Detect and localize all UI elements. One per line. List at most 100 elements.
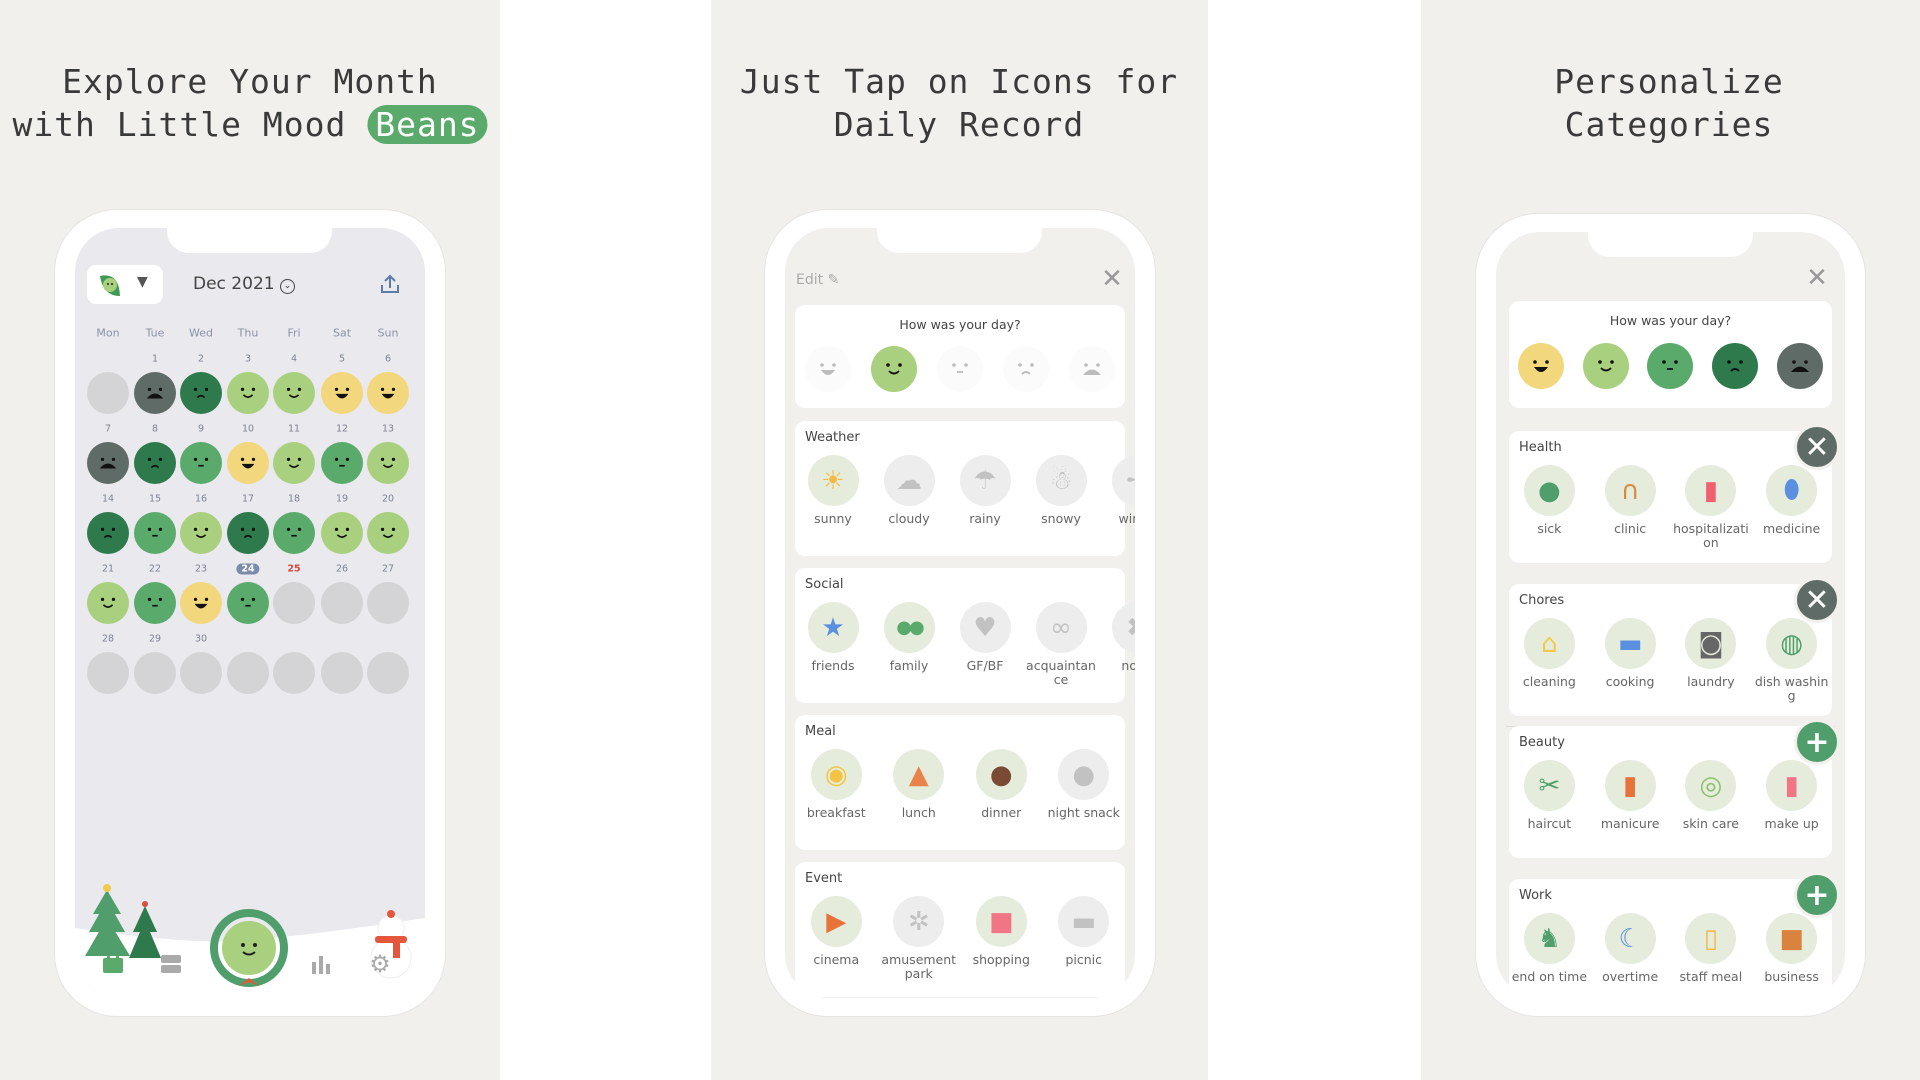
item-dish-washing[interactable]: ◍ dish washing bbox=[1754, 618, 1830, 703]
item-cleaning[interactable]: ⌂ cleaning bbox=[1511, 618, 1587, 703]
item-breakfast[interactable]: ◉ breakfast bbox=[798, 749, 874, 820]
mood-bean-bad[interactable] bbox=[87, 512, 129, 554]
mood-bean-good[interactable] bbox=[273, 372, 315, 414]
mood-bean-empty[interactable] bbox=[87, 652, 129, 694]
close-icon[interactable]: ✕ bbox=[1101, 264, 1123, 294]
mood-option-great[interactable] bbox=[805, 346, 851, 392]
item-family[interactable]: ●● family bbox=[871, 602, 947, 687]
mood-bean-empty[interactable] bbox=[87, 372, 129, 414]
item-laundry[interactable]: ◙ laundry bbox=[1673, 618, 1749, 703]
mood-option-bad[interactable] bbox=[1712, 343, 1759, 389]
bean-picker-dropdown[interactable]: ▼ bbox=[87, 265, 163, 304]
add-mood-bean-icon[interactable] bbox=[209, 908, 289, 988]
mood-bean-ok[interactable] bbox=[134, 512, 176, 554]
mood-option-awful[interactable] bbox=[1069, 346, 1115, 392]
item-medicine[interactable]: ⬮ medicine bbox=[1754, 465, 1830, 550]
item-staff-meal[interactable]: ▯ staff meal bbox=[1673, 913, 1749, 984]
mood-option-bad[interactable] bbox=[1003, 346, 1049, 392]
mood-bean-empty[interactable] bbox=[273, 652, 315, 694]
item-acquaintance[interactable]: ∞ acquaintance bbox=[1023, 602, 1099, 687]
item-haircut[interactable]: ✂ haircut bbox=[1511, 760, 1587, 831]
item-none[interactable]: ✖ none bbox=[1099, 602, 1135, 687]
edit-button[interactable]: Edit ✎ bbox=[796, 272, 839, 288]
mood-bean-awful[interactable] bbox=[134, 372, 176, 414]
item-snowy[interactable]: ☃ snowy bbox=[1023, 455, 1099, 526]
add-category-button[interactable]: + bbox=[1794, 872, 1840, 918]
mood-option-awful[interactable] bbox=[1776, 343, 1823, 389]
item-make-up[interactable]: ▮ make up bbox=[1754, 760, 1830, 831]
add-category-button[interactable]: + bbox=[1794, 719, 1840, 765]
mood-bean-great[interactable] bbox=[321, 372, 363, 414]
item-overtime[interactable]: ☾ overtime bbox=[1592, 913, 1668, 984]
mood-bean-good[interactable] bbox=[321, 512, 363, 554]
item-clinic[interactable]: ∩ clinic bbox=[1592, 465, 1668, 550]
item-sick[interactable]: ● sick bbox=[1511, 465, 1587, 550]
item-windy[interactable]: ✢ windy bbox=[1099, 455, 1135, 526]
mood-bean-empty[interactable] bbox=[134, 652, 176, 694]
mood-bean-good[interactable] bbox=[87, 582, 129, 624]
mood-bean-ok[interactable] bbox=[273, 512, 315, 554]
mood-bean-good[interactable] bbox=[227, 372, 269, 414]
item-lunch[interactable]: ▲ lunch bbox=[881, 749, 957, 820]
item-manicure[interactable]: ▮ manicure bbox=[1592, 760, 1668, 831]
mood-option-great[interactable] bbox=[1518, 343, 1565, 389]
item-gf-bf[interactable]: ♥ GF/BF bbox=[947, 602, 1023, 687]
mood-bean-good[interactable] bbox=[367, 512, 409, 554]
mood-option-good[interactable] bbox=[871, 346, 917, 392]
close-icon[interactable]: ✕ bbox=[1806, 263, 1828, 293]
mood-bean-ok[interactable] bbox=[180, 442, 222, 484]
mood-bean-bad[interactable] bbox=[180, 372, 222, 414]
item-amusement-park[interactable]: ✲ amusement park bbox=[881, 896, 957, 981]
mood-bean-awful[interactable] bbox=[87, 442, 129, 484]
item-rainy[interactable]: ☂ rainy bbox=[947, 455, 1023, 526]
mood-option-ok[interactable] bbox=[937, 346, 983, 392]
item-cooking[interactable]: ▬ cooking bbox=[1592, 618, 1668, 703]
item-picnic[interactable]: ▬ picnic bbox=[1046, 896, 1122, 981]
mood-option-ok[interactable] bbox=[1647, 343, 1694, 389]
remove-category-button[interactable]: ✕ bbox=[1794, 424, 1840, 470]
mood-bean-great[interactable] bbox=[180, 582, 222, 624]
mood-question: How was your day? bbox=[899, 317, 1021, 332]
share-upload-icon[interactable] bbox=[379, 273, 401, 295]
item-label: rainy bbox=[969, 511, 1001, 526]
item-dinner[interactable]: ● dinner bbox=[963, 749, 1039, 820]
month-selector[interactable]: Dec 2021 ⌄ bbox=[193, 274, 295, 294]
item-cinema[interactable]: ▶ cinema bbox=[798, 896, 874, 981]
mood-bean-empty[interactable] bbox=[367, 582, 409, 624]
mood-bean-ok[interactable] bbox=[134, 582, 176, 624]
item-hospitalization[interactable]: ▮ hospitalization bbox=[1673, 465, 1749, 550]
settings-gear-icon[interactable]: ⚙ bbox=[369, 950, 391, 978]
mood-bean-great[interactable] bbox=[227, 442, 269, 484]
item-end-on-time[interactable]: ♞ end on time bbox=[1511, 913, 1587, 984]
mood-bean-good[interactable] bbox=[273, 442, 315, 484]
mood-bean-good[interactable] bbox=[367, 442, 409, 484]
calendar-icon[interactable] bbox=[102, 954, 124, 974]
mood-bean-empty[interactable] bbox=[321, 652, 363, 694]
bar-chart-icon[interactable] bbox=[310, 954, 332, 974]
mood-bean-empty[interactable] bbox=[273, 582, 315, 624]
item-friends[interactable]: ★ friends bbox=[795, 602, 871, 687]
list-icon[interactable] bbox=[160, 954, 182, 974]
mood-bean-empty[interactable] bbox=[180, 652, 222, 694]
mood-bean-ok[interactable] bbox=[321, 442, 363, 484]
item-business[interactable]: ■ business bbox=[1754, 913, 1830, 984]
item-label: laundry bbox=[1687, 674, 1735, 689]
mood-bean-ok[interactable] bbox=[227, 582, 269, 624]
item-sunny[interactable]: ☀ sunny bbox=[795, 455, 871, 526]
item-skin-care[interactable]: ◎ skin care bbox=[1673, 760, 1749, 831]
item-night-snack[interactable]: ● night snack bbox=[1046, 749, 1122, 820]
mood-bean-bad[interactable] bbox=[134, 442, 176, 484]
item-label: cooking bbox=[1605, 674, 1655, 689]
mood-option-good[interactable] bbox=[1582, 343, 1629, 389]
mood-bean-great[interactable] bbox=[367, 372, 409, 414]
item-shopping[interactable]: ■ shopping bbox=[963, 896, 1039, 981]
mood-bean-good[interactable] bbox=[180, 512, 222, 554]
item-cloudy[interactable]: ☁ cloudy bbox=[871, 455, 947, 526]
mood-bean-empty[interactable] bbox=[227, 652, 269, 694]
remove-category-button[interactable]: ✕ bbox=[1794, 577, 1840, 623]
mood-bean-empty[interactable] bbox=[367, 652, 409, 694]
headline-categories: Personalize Categories bbox=[1554, 60, 1784, 146]
mood-bean-bad[interactable] bbox=[227, 512, 269, 554]
mood-bean-empty[interactable] bbox=[321, 582, 363, 624]
cloud-icon: ☁ bbox=[883, 455, 935, 506]
